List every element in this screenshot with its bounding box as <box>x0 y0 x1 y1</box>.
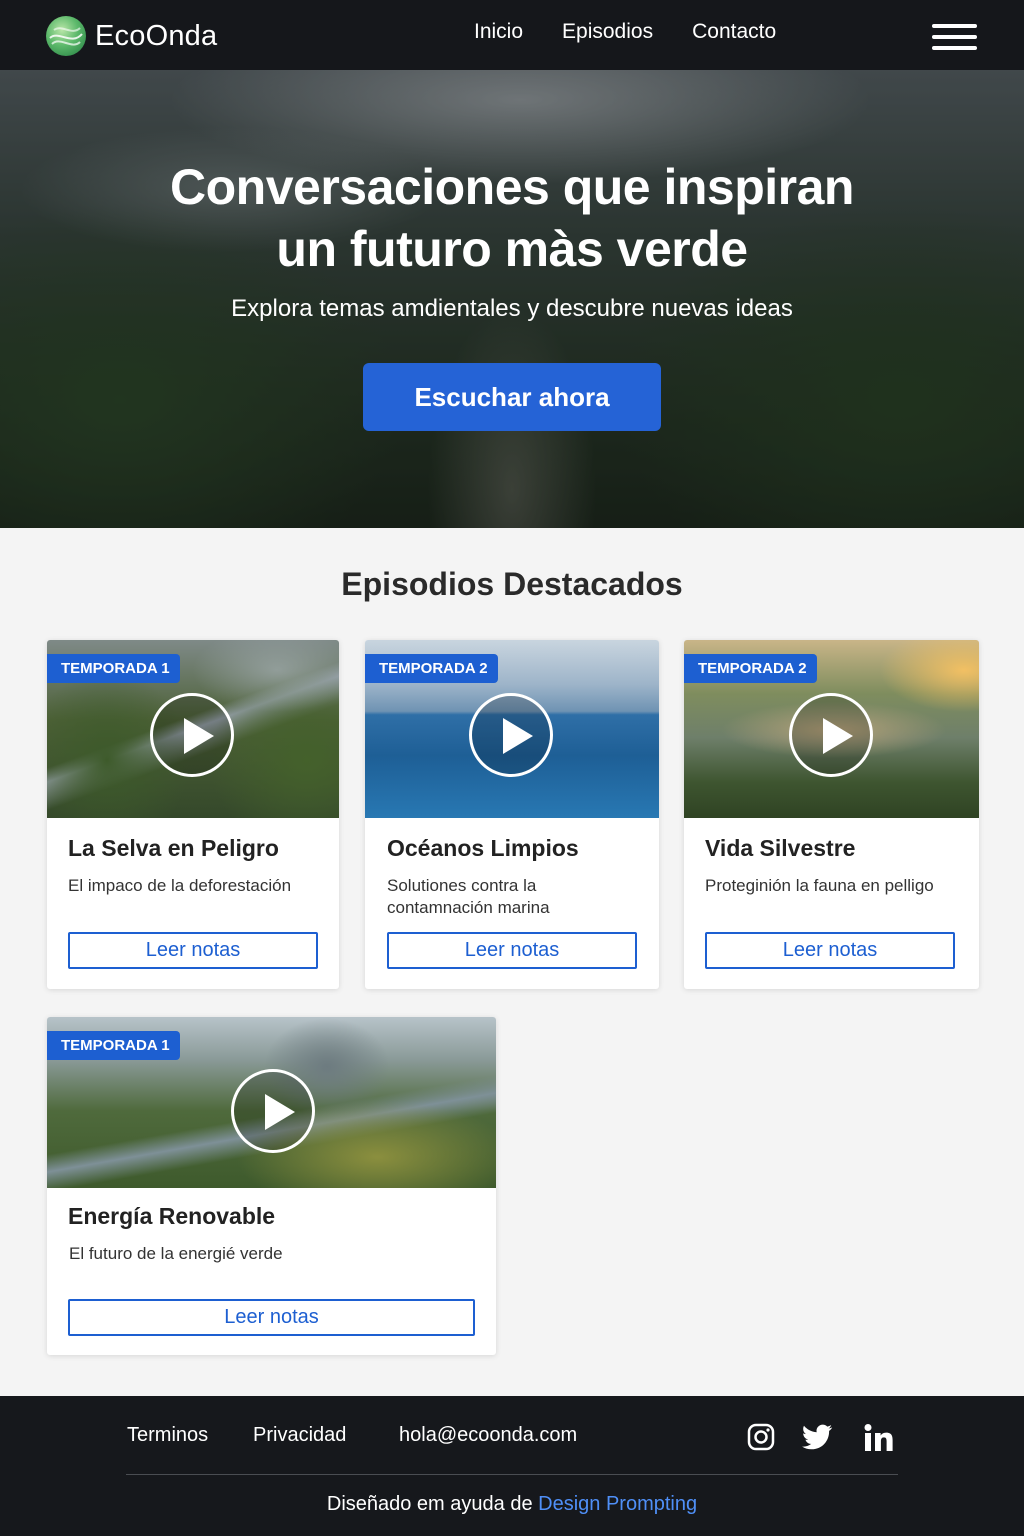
read-notes-button[interactable]: Leer notas <box>68 932 318 969</box>
listen-now-button[interactable]: Escuchar ahora <box>363 363 661 431</box>
top-navigation-bar: EcoOnda Inicio Episodios Contacto <box>0 0 1024 70</box>
episode-title: Vida Silvestre <box>705 835 856 861</box>
episode-title: Océanos Limpios <box>387 835 579 861</box>
instagram-icon[interactable] <box>747 1423 775 1456</box>
play-icon[interactable] <box>789 693 873 777</box>
footer-link-terminos[interactable]: Terminos <box>127 1424 208 1447</box>
footer-link-privacidad[interactable]: Privacidad <box>253 1424 346 1447</box>
episode-thumbnail: TEMPORADA 1 <box>47 640 339 818</box>
hero-title: Conversaciones que inspiran un futuro mà… <box>0 156 1024 280</box>
read-notes-button[interactable]: Leer notas <box>68 1299 475 1336</box>
episode-description: El impaco de la deforestación <box>68 876 292 895</box>
logo-text: EcoOnda <box>95 19 218 52</box>
play-icon[interactable] <box>150 693 234 777</box>
episode-description: El futuro de la energié verde <box>69 1244 283 1263</box>
episode-thumbnail: TEMPORADA 2 <box>365 640 659 818</box>
footer: Terminos Privacidad hola@ecoonda.com Dis… <box>0 1396 1024 1536</box>
episode-card: TEMPORADA 1 La Selva en Peligro El impac… <box>47 640 339 989</box>
play-icon[interactable] <box>231 1069 315 1153</box>
episode-card: TEMPORADA 1 Energía Renovable El futuro … <box>47 1017 496 1355</box>
season-badge: TEMPORADA 2 <box>365 654 498 683</box>
nav-link-episodios[interactable]: Episodios <box>562 20 653 44</box>
read-notes-button[interactable]: Leer notas <box>705 932 955 969</box>
hero-title-line1: Conversaciones que inspiran <box>170 159 854 215</box>
hero-title-line2: un futuro màs verde <box>276 221 748 277</box>
episode-description: Proteginión la fauna en pelligo <box>705 876 934 895</box>
season-badge: TEMPORADA 1 <box>47 654 180 683</box>
twitter-icon[interactable] <box>802 1423 833 1456</box>
episode-card: TEMPORADA 2 Vida Silvestre Proteginión l… <box>684 640 979 989</box>
menu-icon[interactable] <box>932 24 977 50</box>
hero-banner: Conversaciones que inspiran un futuro mà… <box>0 70 1024 528</box>
episode-thumbnail: TEMPORADA 1 <box>47 1017 496 1188</box>
linkedin-icon[interactable] <box>864 1423 894 1458</box>
episode-description: Solutiones contra la contamnación marina <box>387 876 550 917</box>
footer-email-link[interactable]: hola@ecoonda.com <box>399 1424 577 1447</box>
nav-link-contacto[interactable]: Contacto <box>692 20 776 44</box>
credit-prefix: Diseñado em ayuda de <box>326 1493 533 1515</box>
footer-credit: Diseñado em ayuda de Design Prompting <box>0 1493 1024 1516</box>
main-nav: Inicio Episodios Contacto <box>474 20 815 44</box>
design-prompting-link[interactable]: Design Prompting <box>538 1493 697 1515</box>
season-badge: TEMPORADA 2 <box>684 654 817 683</box>
episode-card: TEMPORADA 2 Océanos Limpios Solutiones c… <box>365 640 659 989</box>
nav-link-inicio[interactable]: Inicio <box>474 20 523 44</box>
leaf-globe-icon <box>46 16 86 56</box>
play-icon[interactable] <box>469 693 553 777</box>
episode-thumbnail: TEMPORADA 2 <box>684 640 979 818</box>
hero-subtitle: Explora temas amdientales y descubre nue… <box>231 295 793 322</box>
season-badge: TEMPORADA 1 <box>47 1031 180 1060</box>
section-title: Episodios Destacados <box>341 566 683 602</box>
episode-title: Energía Renovable <box>68 1203 276 1229</box>
read-notes-button[interactable]: Leer notas <box>387 932 637 969</box>
footer-divider <box>126 1474 898 1475</box>
episode-title: La Selva en Peligro <box>68 835 279 861</box>
logo[interactable]: EcoOnda <box>46 16 217 56</box>
